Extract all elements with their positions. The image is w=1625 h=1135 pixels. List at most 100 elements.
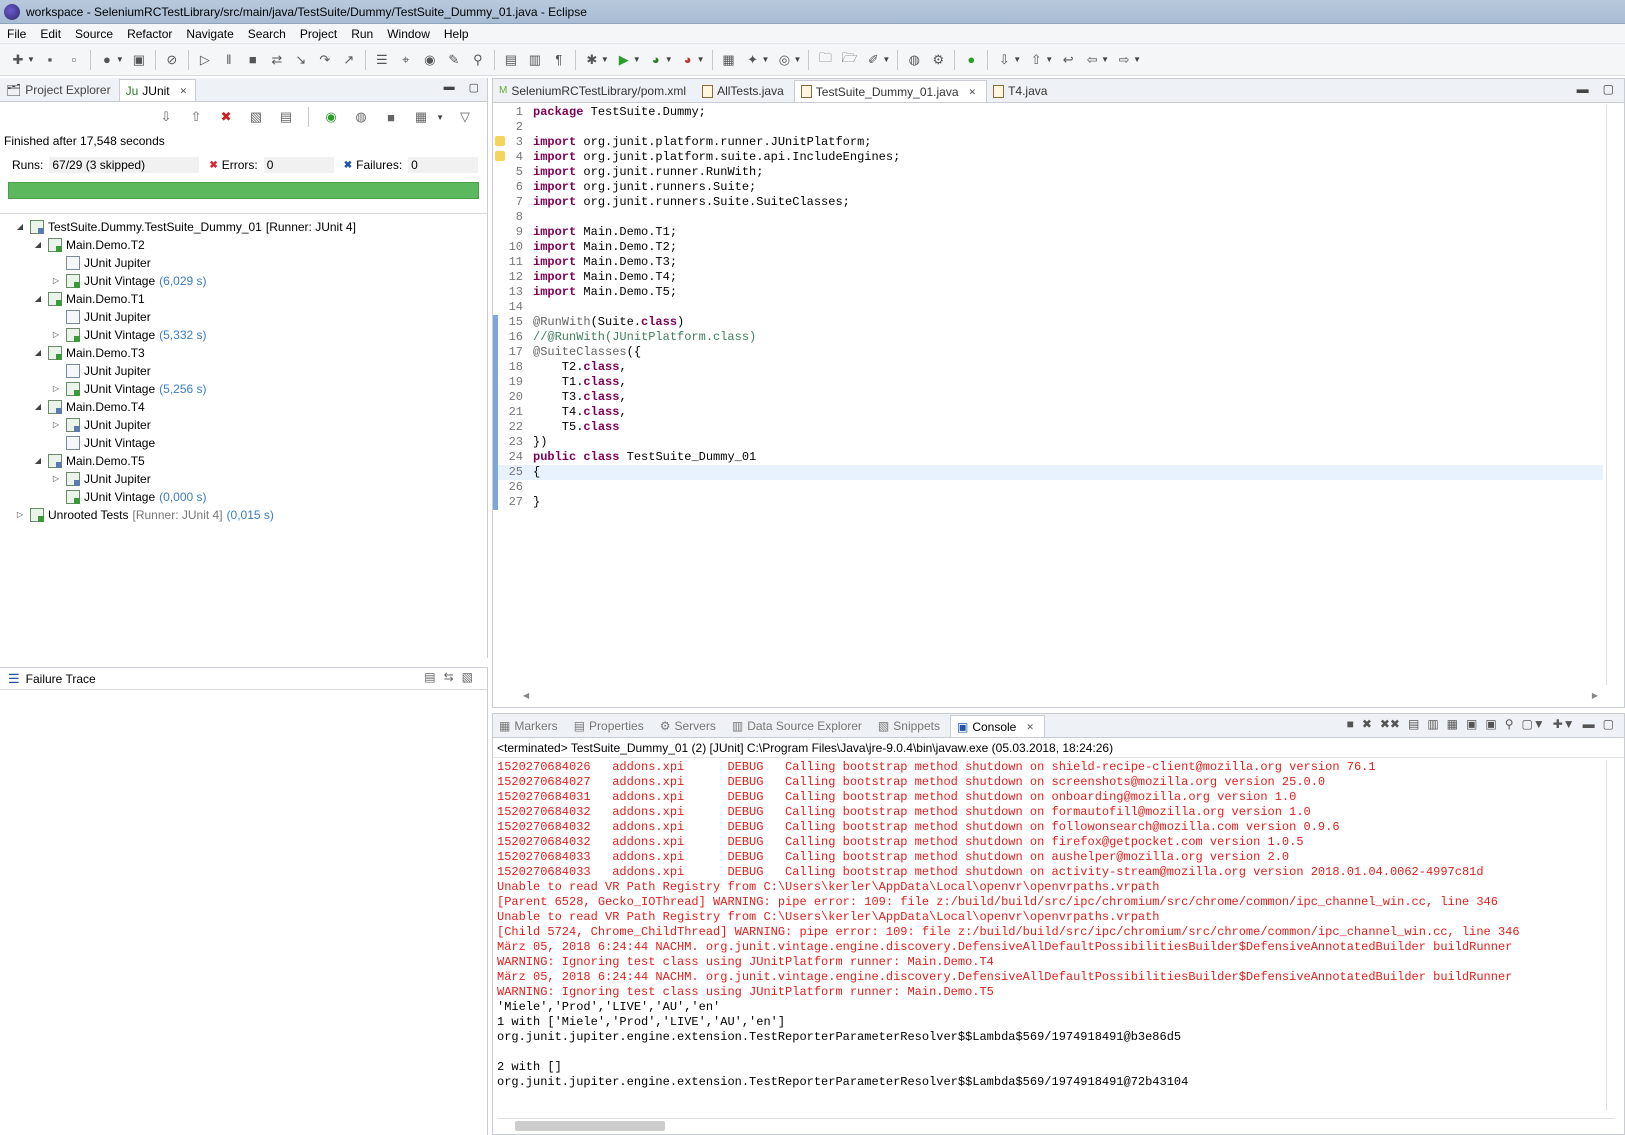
next-failure-icon[interactable]: ⇩ xyxy=(157,108,175,126)
highlight-icon[interactable]: ✎ xyxy=(445,51,463,69)
close-icon[interactable]: ✕ xyxy=(1026,716,1034,738)
test-tree-node[interactable]: ◢ Main.Demo.T2 xyxy=(0,236,487,254)
scroll-thumb[interactable] xyxy=(515,1120,665,1131)
terminate-icon[interactable]: ■ xyxy=(1347,717,1354,731)
minimize-icon[interactable]: ▬ xyxy=(1577,82,1589,96)
code-line[interactable]: 15 @RunWith(Suite.class) xyxy=(493,315,1603,330)
code-line[interactable]: 14 xyxy=(493,300,1603,315)
step-return-icon[interactable]: ↗ xyxy=(340,51,358,69)
search-dropdown-icon[interactable]: ▼ xyxy=(882,55,890,64)
console-horizontal-scrollbar[interactable] xyxy=(497,1118,1615,1132)
code-line[interactable]: 16//@RunWith(JUnitPlatform.class) xyxy=(493,330,1603,345)
paragraph-icon[interactable]: ¶ xyxy=(550,51,568,69)
open-console-icon[interactable]: ✚▼ xyxy=(1553,717,1575,731)
disconnect-icon[interactable]: ⇄ xyxy=(268,51,286,69)
tab-testsuite-dummy-java[interactable]: TestSuite_Dummy_01.java ✕ xyxy=(793,80,988,102)
prev-annotation-icon[interactable]: ⇧ xyxy=(1027,51,1045,69)
expanded-arrow-icon[interactable]: ◢ xyxy=(32,236,44,254)
editor-vertical-scrollbar[interactable] xyxy=(1606,105,1620,685)
run-icon[interactable]: ▶ xyxy=(615,51,633,69)
menu-help[interactable]: Help xyxy=(437,24,476,44)
menu-source[interactable]: Source xyxy=(68,24,120,44)
code-line[interactable]: 21 T4.class, xyxy=(493,405,1603,420)
menu-run[interactable]: Run xyxy=(344,24,380,44)
tab-data-source-explorer[interactable]: ▥ Data Source Explorer xyxy=(726,715,872,737)
test-tree-node[interactable]: ▷ JUnit Vintage (5,332 s) xyxy=(0,326,487,344)
compare-icon[interactable]: ⇆ xyxy=(444,670,454,684)
code-line[interactable]: 6 import org.junit.runners.Suite; xyxy=(493,180,1603,195)
code-line[interactable]: 5 import org.junit.runner.RunWith; xyxy=(493,165,1603,180)
next-annotation-dropdown-icon[interactable]: ▼ xyxy=(1013,55,1021,64)
prev-annotation-dropdown-icon[interactable]: ▼ xyxy=(1045,55,1053,64)
test-tree-node[interactable]: JUnit Vintage xyxy=(0,434,487,452)
filter-stack-icon[interactable]: ▤ xyxy=(424,670,435,684)
rerun-icon[interactable]: ◉ xyxy=(322,108,340,126)
code-line[interactable]: 10 import Main.Demo.T2; xyxy=(493,240,1603,255)
remove-all-icon[interactable]: ✖✖ xyxy=(1380,717,1400,731)
minimize-icon[interactable]: ▬ xyxy=(444,81,455,94)
new-class-dropdown-icon[interactable]: ▼ xyxy=(762,55,770,64)
expanded-arrow-icon[interactable]: ◢ xyxy=(32,290,44,308)
code-line[interactable]: 12 import Main.Demo.T4; xyxy=(493,270,1603,285)
code-line[interactable]: 19 T1.class, xyxy=(493,375,1603,390)
forward-icon[interactable]: ⇨ xyxy=(1115,51,1133,69)
close-icon[interactable]: ✕ xyxy=(180,80,188,102)
terminate-icon[interactable]: ■ xyxy=(244,51,262,69)
java-ee-icon[interactable]: ⚙ xyxy=(929,51,947,69)
minimize-icon[interactable]: ▬ xyxy=(1583,717,1595,731)
scroll-lock-icon[interactable]: ▤ xyxy=(277,108,295,126)
code-line[interactable]: 23}) xyxy=(493,435,1603,450)
test-tree-node[interactable]: ◢ Main.Demo.T4 xyxy=(0,398,487,416)
tab-snippets[interactable]: ▧ Snippets xyxy=(872,715,950,737)
maximize-icon[interactable]: ▢ xyxy=(469,81,479,94)
collapsed-arrow-icon[interactable]: ▷ xyxy=(50,272,62,290)
open-type-icon[interactable]: ◉ xyxy=(421,51,439,69)
code-line[interactable]: 1 package TestSuite.Dummy; xyxy=(493,105,1603,120)
tab-servers[interactable]: ⚙ Servers xyxy=(654,715,726,737)
menu-project[interactable]: Project xyxy=(293,24,344,44)
editor-horizontal-scrollbar[interactable]: ◀ ▶ xyxy=(523,691,1598,703)
view-menu-icon[interactable]: ▽ xyxy=(456,108,474,126)
code-line[interactable]: 7 import org.junit.runners.Suite.SuiteCla… xyxy=(493,195,1603,210)
code-line[interactable]: 17 @SuiteClasses({ xyxy=(493,345,1603,360)
pin-console-icon[interactable]: ⚲ xyxy=(1505,717,1514,731)
show-skipped-icon[interactable]: ▧ xyxy=(247,108,265,126)
console-icon[interactable]: ▣ xyxy=(130,51,148,69)
external-tools-icon[interactable]: ◕ xyxy=(679,51,697,69)
pin-icon[interactable]: ⚲ xyxy=(469,51,487,69)
console-output[interactable]: 1520270684026 addons.xpi DEBUG Calling b… xyxy=(493,758,1624,1090)
code-line[interactable]: 27} xyxy=(493,495,1603,510)
test-tree-node[interactable]: JUnit Jupiter xyxy=(0,254,487,272)
back-icon[interactable]: ⇦ xyxy=(1083,51,1101,69)
code-editor[interactable]: 1 package TestSuite.Dummy; 2 3 import org.ju… xyxy=(493,105,1603,685)
copy-trace-icon[interactable]: ▧ xyxy=(462,670,473,684)
book-icon[interactable]: ▥ xyxy=(526,51,544,69)
menu-edit[interactable]: Edit xyxy=(33,24,68,44)
search-icon[interactable]: ✐ xyxy=(864,51,882,69)
warning-icon[interactable] xyxy=(495,136,505,146)
open-file-icon[interactable]: 🗁 xyxy=(840,50,858,69)
code-line[interactable]: 26 xyxy=(493,480,1603,495)
code-line[interactable]: 4 import org.junit.platform.suite.api.Inc… xyxy=(493,150,1603,165)
user-dropdown-icon[interactable]: ▼ xyxy=(116,55,124,64)
save-icon[interactable]: ▪ xyxy=(41,51,59,69)
test-tree-node[interactable]: ◢ Main.Demo.T1 xyxy=(0,290,487,308)
coverage-dropdown-icon[interactable]: ▼ xyxy=(665,55,673,64)
task-icon[interactable]: ▤ xyxy=(502,51,520,69)
code-line[interactable]: 22 T5.class xyxy=(493,420,1603,435)
maximize-icon[interactable]: ▢ xyxy=(1603,82,1614,96)
menu-search[interactable]: Search xyxy=(241,24,293,44)
new-interface-icon[interactable]: ◎ xyxy=(775,51,793,69)
collapsed-arrow-icon[interactable]: ▷ xyxy=(50,380,62,398)
run-dropdown-icon[interactable]: ▼ xyxy=(633,55,641,64)
step-into-icon[interactable]: ↘ xyxy=(292,51,310,69)
new-class-icon[interactable]: ✦ xyxy=(744,51,762,69)
history-icon[interactable]: ▦ xyxy=(412,108,430,126)
collapsed-arrow-icon[interactable]: ▷ xyxy=(50,416,62,434)
resume-icon[interactable]: ▷ xyxy=(196,51,214,69)
new-dropdown-icon[interactable]: ▼ xyxy=(27,55,35,64)
test-tree-node[interactable]: ▷ JUnit Vintage (6,029 s) xyxy=(0,272,487,290)
menu-refactor[interactable]: Refactor xyxy=(120,24,179,44)
test-tree-node[interactable]: JUnit Jupiter xyxy=(0,308,487,326)
user-icon[interactable]: ● xyxy=(98,51,116,69)
